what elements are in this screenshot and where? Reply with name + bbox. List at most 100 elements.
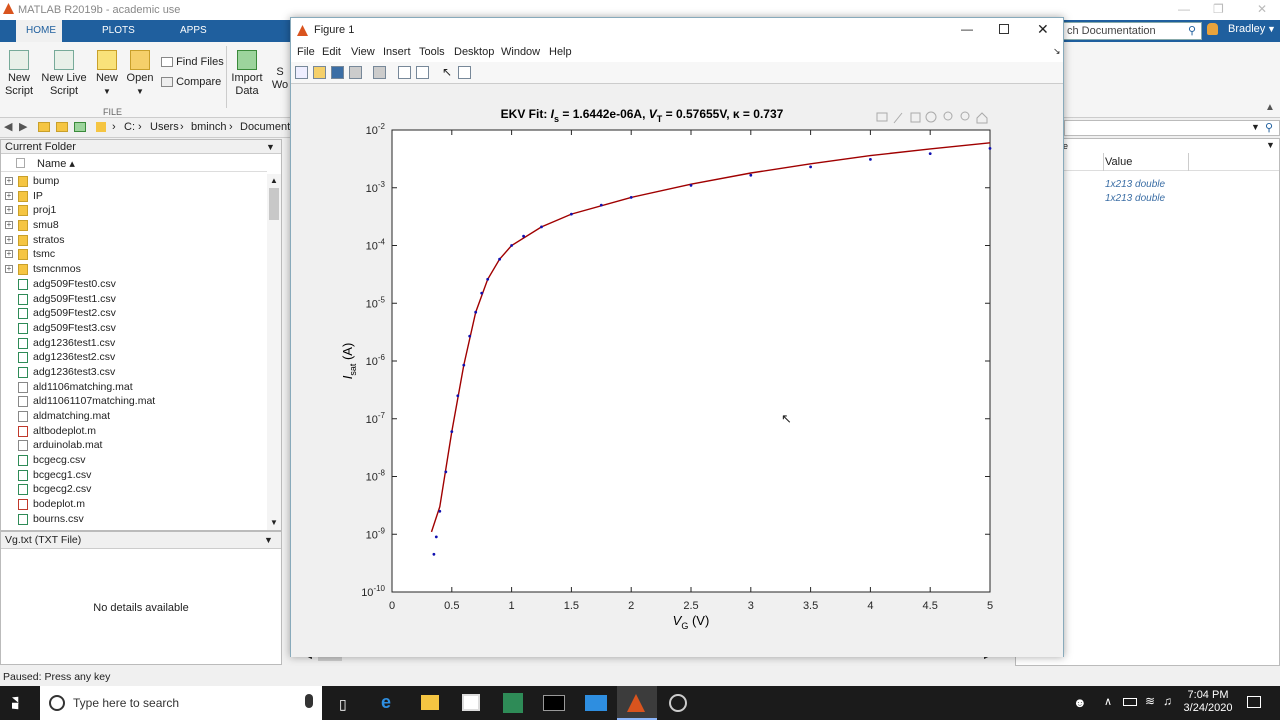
battery-icon[interactable] [1123, 698, 1137, 706]
store-icon[interactable] [462, 694, 480, 711]
close-icon[interactable]: ✕ [1257, 2, 1267, 16]
file-item[interactable]: adg509Ftest1.csv [1, 292, 267, 307]
folder-item[interactable]: + stratos [1, 233, 267, 248]
expand-icon[interactable]: + [5, 206, 13, 215]
file-item[interactable]: adg509Ftest3.csv [1, 321, 267, 336]
up-folder-icon[interactable] [38, 122, 50, 132]
workspace-search-dropdown-icon[interactable]: ▼ [1251, 122, 1260, 132]
scroll-down-icon[interactable]: ▼ [270, 518, 278, 527]
tab-plots[interactable]: PLOTS [92, 20, 145, 42]
plot-area[interactable]: EKV Fit: Is = 1.6442e-06A, VT = 0.57655V… [291, 85, 1063, 657]
app-taskbar-icon[interactable] [669, 694, 687, 712]
back-icon[interactable]: ◀ [4, 120, 12, 133]
file-item[interactable]: bcgecg.csv [1, 453, 267, 468]
expand-icon[interactable]: + [5, 265, 13, 274]
compare-button[interactable]: Compare [161, 76, 221, 88]
workspace-value[interactable]: 1x213 double [1105, 193, 1165, 204]
folder-item[interactable]: + bump [1, 174, 267, 189]
save-workspace-button[interactable]: S Wo [270, 66, 290, 92]
name-column-header[interactable]: Name ▴ [37, 157, 75, 170]
file-item[interactable]: bourns.csv [1, 512, 267, 527]
print-icon[interactable] [349, 66, 362, 79]
zoom-out-icon[interactable] [960, 111, 970, 121]
figure-titlebar[interactable]: Figure 1 — ✕ [291, 18, 1063, 44]
mail-icon[interactable] [585, 695, 607, 711]
forward-icon[interactable]: ▶ [19, 120, 27, 133]
taskbar-clock[interactable]: 7:04 PM 3/24/2020 [1178, 689, 1238, 715]
workspace-value[interactable]: 1x213 double [1105, 179, 1165, 190]
taskbar-search-input[interactable]: Type here to search [40, 686, 322, 720]
workspace-options-icon[interactable]: ▼ [1266, 140, 1275, 150]
minimize-icon[interactable]: — [1178, 2, 1190, 16]
cortana-icon[interactable] [49, 695, 65, 711]
browse-folder-icon[interactable] [56, 122, 68, 132]
menu-edit[interactable]: Edit [322, 46, 341, 58]
workspace-search-icon[interactable]: ⚲ [1265, 121, 1273, 134]
export-icon[interactable] [876, 112, 888, 122]
dock-icon[interactable]: ↘ [1053, 46, 1061, 57]
menu-tools[interactable]: Tools [419, 46, 445, 58]
menu-window[interactable]: Window [501, 46, 540, 58]
edge-icon[interactable]: e [381, 692, 391, 713]
new-figure-icon[interactable] [295, 66, 308, 79]
zoom-in-icon[interactable] [943, 111, 953, 121]
expand-icon[interactable]: + [5, 235, 13, 244]
new-button[interactable]: New ▼ [94, 46, 120, 98]
folder-item[interactable]: + proj1 [1, 203, 267, 218]
datatip-icon[interactable] [910, 112, 921, 123]
folder-item[interactable]: + tsmc [1, 247, 267, 262]
menu-insert[interactable]: Insert [383, 46, 411, 58]
property-editor-icon[interactable] [458, 66, 471, 79]
expand-icon[interactable]: + [5, 221, 13, 230]
menu-file[interactable]: File [297, 46, 315, 58]
brush-icon[interactable] [893, 112, 903, 124]
file-item[interactable]: ald1106matching.mat [1, 380, 267, 395]
action-center-icon[interactable] [1247, 696, 1261, 708]
windows-start-icon[interactable] [12, 696, 19, 710]
expand-icon[interactable]: + [5, 177, 13, 185]
path-segment-drive[interactable]: C: [124, 121, 135, 133]
file-item[interactable]: altbodeplot.m [1, 424, 267, 439]
axes-box[interactable] [391, 129, 991, 593]
file-item[interactable]: aldmatching.mat [1, 409, 267, 424]
search-folder-icon[interactable] [74, 122, 86, 132]
new-script-button[interactable]: New Script [2, 46, 36, 98]
expand-icon[interactable]: + [5, 250, 13, 259]
save-figure-icon[interactable] [331, 66, 344, 79]
details-collapse-icon[interactable]: ▼ [264, 532, 273, 549]
file-explorer-icon[interactable] [421, 695, 439, 710]
file-item[interactable]: adg1236test2.csv [1, 350, 267, 365]
colorbar-icon[interactable] [398, 66, 411, 79]
tab-apps[interactable]: APPS [170, 20, 217, 42]
menu-desktop[interactable]: Desktop [454, 46, 494, 58]
file-item[interactable]: adg509Ftest2.csv [1, 306, 267, 321]
folder-item[interactable]: + tsmcnmos [1, 262, 267, 277]
open-dropdown-icon[interactable]: ▼ [126, 85, 154, 98]
import-data-button[interactable]: Import Data [230, 46, 264, 98]
file-item[interactable]: adg1236test3.csv [1, 365, 267, 380]
select-pointer-icon[interactable]: ↖ [442, 65, 452, 79]
people-icon[interactable]: ☻ [1073, 695, 1087, 710]
new-live-script-button[interactable]: New Live Script [40, 46, 88, 98]
figure-minimize-icon[interactable]: — [961, 22, 973, 36]
folder-item[interactable]: + smu8 [1, 218, 267, 233]
pan-icon[interactable] [925, 111, 937, 123]
file-item[interactable]: adg509Ftest0.csv [1, 277, 267, 292]
user-menu-chevron-icon[interactable]: ▼ [1267, 24, 1276, 34]
home-icon[interactable] [976, 112, 988, 124]
menu-help[interactable]: Help [549, 46, 572, 58]
notification-bell-icon[interactable] [1207, 23, 1218, 35]
task-view-icon[interactable]: ▯ [339, 696, 347, 713]
volume-icon[interactable]: ♫ [1163, 694, 1172, 708]
microphone-icon[interactable] [305, 694, 313, 708]
find-files-button[interactable]: Find Files [161, 56, 224, 68]
path-segment-users[interactable]: Users [150, 121, 179, 133]
file-type-column-icon[interactable] [16, 158, 25, 168]
workspace-search-bar[interactable]: ▼ ⚲ [1064, 120, 1280, 136]
user-menu[interactable]: Bradley [1228, 23, 1265, 35]
open-file-icon[interactable] [313, 66, 326, 79]
tab-home[interactable]: HOME [16, 20, 62, 42]
file-item[interactable]: bcgecg1.csv [1, 468, 267, 483]
wifi-icon[interactable]: ≋ [1145, 694, 1155, 708]
value-column-header[interactable]: Value [1105, 156, 1132, 168]
